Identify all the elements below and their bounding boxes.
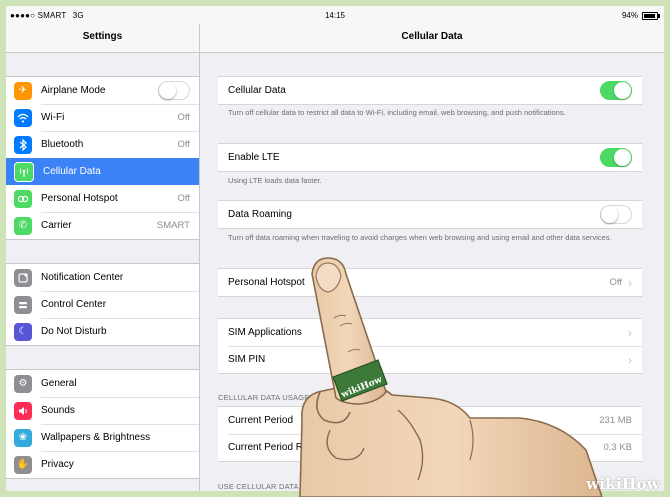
sidebar-item-wifi[interactable]: Wi-Fi Off [6,104,199,131]
airplane-icon: ✈ [14,81,32,100]
sim-applications-label: SIM Applications [228,327,302,338]
cellular-data-row: Cellular Data [218,77,642,104]
sidebar-title: Settings [6,24,199,53]
sidebar-item-label: General [41,378,77,389]
personal-hotspot-label: Personal Hotspot [228,277,305,288]
sidebar-item-do-not-disturb[interactable]: ☾ Do Not Disturb [6,318,199,345]
detail-title: Cellular Data [200,24,664,53]
cellular-data-label: Cellular Data [228,85,286,96]
moon-icon: ☾ [14,322,32,341]
sidebar-item-label: Cellular Data [43,166,101,177]
enable-lte-label: Enable LTE [228,152,280,163]
status-battery: 94% [621,11,660,20]
enable-lte-footer: Using LTE loads data faster. [228,176,322,185]
control-center-icon [14,295,32,314]
hand-icon: ✋ [14,455,32,474]
data-roaming-card: Data Roaming [218,200,642,229]
sidebar-item-label: Carrier [41,220,72,231]
data-roaming-footer: Turn off data roaming when traveling to … [228,233,612,242]
sidebar-item-label: Wallpapers & Brightness [41,432,151,443]
sidebar-item-label: Do Not Disturb [41,326,107,337]
cellular-data-footer: Turn off cellular data to restrict all d… [228,108,566,117]
sim-applications-row[interactable]: SIM Applications › [218,319,642,346]
data-roaming-toggle[interactable] [600,205,632,224]
sidebar-item-cellular-data[interactable]: Cellular Data [6,158,199,185]
sidebar-item-label: Notification Center [41,272,124,283]
data-roaming-label: Data Roaming [228,209,292,220]
sidebar-item-bluetooth[interactable]: Bluetooth Off [6,131,199,158]
current-period-roaming-row: Current Period Roaming 0.3 KB [218,434,642,461]
sim-pin-label: SIM PIN [228,354,266,365]
speaker-icon [14,401,32,420]
sidebar-item-notification-center[interactable]: Notification Center [6,264,199,291]
sidebar-item-label: Personal Hotspot [41,193,118,204]
personal-hotspot-row[interactable]: Personal Hotspot Off › [218,269,642,296]
use-cellular-section-header: USE CELLULAR DATA FOR: [218,482,320,491]
battery-icon [642,11,660,20]
wifi-icon [14,108,32,127]
settings-sidebar: Settings ✈ Airplane Mode Wi-Fi Off Bluet… [6,24,200,491]
sidebar-item-general[interactable]: ⚙ General [6,370,199,397]
sidebar-item-wallpapers-brightness[interactable]: ❀ Wallpapers & Brightness [6,424,199,451]
sidebar-item-airplane-mode[interactable]: ✈ Airplane Mode [6,77,199,104]
sidebar-item-value: Off [177,193,191,204]
sidebar-item-label: Privacy [41,459,74,470]
current-period-roaming-value: 0.3 KB [603,442,632,453]
enable-lte-card: Enable LTE [218,143,642,172]
airplane-mode-toggle[interactable] [158,81,190,100]
watermark-wiki: wiki [586,475,622,493]
sim-pin-row[interactable]: SIM PIN › [218,346,642,373]
enable-lte-toggle[interactable] [600,148,632,167]
cellular-icon [14,161,34,182]
cellular-data-toggle[interactable] [600,81,632,100]
phone-icon: ✆ [14,216,32,235]
ipad-screen: ●●●●○ SMART 3G 14:15 94% Settings ✈ Airp… [6,6,664,491]
chevron-right-icon: › [628,325,632,340]
sidebar-item-label: Wi-Fi [41,112,65,123]
hotspot-icon [14,189,32,208]
sidebar-group-preferences: ⚙ General Sounds ❀ Wallpapers & Brightne… [6,369,199,479]
sim-card: SIM Applications › SIM PIN › [218,318,642,374]
bluetooth-icon [14,135,32,154]
current-period-label: Current Period [228,415,294,426]
sidebar-item-value: SMART [156,220,190,231]
notification-icon [14,268,32,287]
current-period-roaming-label: Current Period Roaming [228,442,336,453]
sidebar-item-personal-hotspot[interactable]: Personal Hotspot Off [6,185,199,212]
personal-hotspot-card: Personal Hotspot Off › [218,268,642,297]
gear-icon: ⚙ [14,374,32,393]
cellular-data-card: Cellular Data [218,76,642,105]
chevron-right-icon: › [628,275,632,290]
sidebar-item-value: Off [177,139,191,150]
current-period-value: 231 MB [599,415,632,426]
sidebar-item-carrier[interactable]: ✆ Carrier SMART [6,212,199,239]
enable-lte-row: Enable LTE [218,144,642,171]
watermark-how: How [622,475,660,493]
sidebar-item-label: Airplane Mode [41,85,106,96]
personal-hotspot-value: Off [609,277,623,288]
data-roaming-row: Data Roaming [218,201,642,228]
sidebar-item-privacy[interactable]: ✋ Privacy [6,451,199,478]
sidebar-item-value: Off [177,112,191,123]
sidebar-item-label: Sounds [41,405,75,416]
sidebar-item-label: Control Center [41,299,107,310]
sidebar-item-label: Bluetooth [41,139,84,150]
usage-card: Current Period 231 MB Current Period Roa… [218,406,642,462]
chevron-right-icon: › [628,352,632,367]
sidebar-item-sounds[interactable]: Sounds [6,397,199,424]
status-bar: ●●●●○ SMART 3G 14:15 94% [6,6,664,24]
wallpaper-icon: ❀ [14,428,32,447]
current-period-row: Current Period 231 MB [218,407,642,434]
sidebar-item-control-center[interactable]: Control Center [6,291,199,318]
sidebar-group-system: Notification Center Control Center ☾ Do … [6,263,199,346]
sidebar-group-connectivity: ✈ Airplane Mode Wi-Fi Off Bluetooth Off [6,76,199,240]
battery-percent: 94% [621,11,638,20]
status-time: 14:15 [324,11,346,20]
usage-section-header: CELLULAR DATA USAGE [218,393,310,402]
cellular-data-pane: Cellular Data Cellular Data Turn off cel… [200,24,664,491]
wikihow-watermark: wikiHow [586,475,660,493]
